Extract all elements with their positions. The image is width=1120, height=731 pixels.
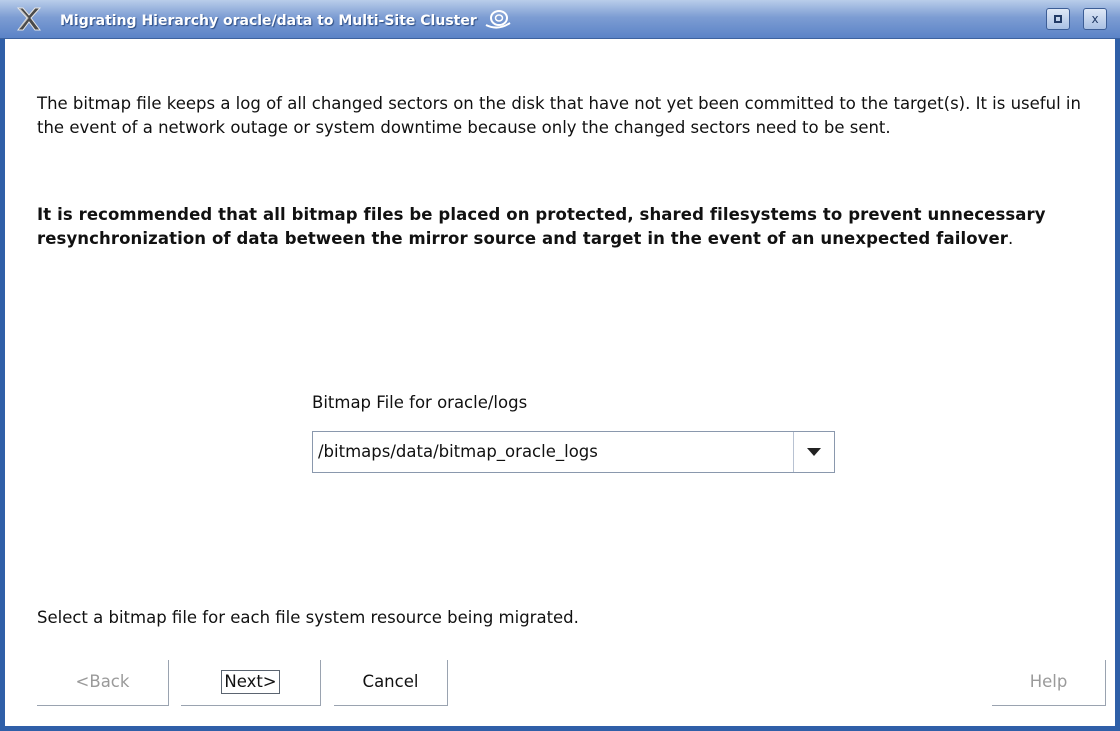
maximize-button[interactable] <box>1046 8 1070 30</box>
dropdown-button[interactable] <box>793 432 834 472</box>
close-button[interactable]: x <box>1083 8 1107 30</box>
intro-text: The bitmap file keeps a log of all chang… <box>37 94 1081 137</box>
window-title: Migrating Hierarchy oracle/data to Multi… <box>60 9 512 29</box>
title-bar[interactable]: Migrating Hierarchy oracle/data to Multi… <box>0 0 1120 39</box>
next-button[interactable]: Next> <box>181 660 321 706</box>
window-title-text: Migrating Hierarchy oracle/data to Multi… <box>60 13 477 29</box>
instruction-text: Select a bitmap file for each file syste… <box>37 608 579 627</box>
cancel-button[interactable]: Cancel <box>334 660 448 706</box>
back-button[interactable]: <Back <box>37 660 169 706</box>
close-icon: x <box>1091 12 1099 26</box>
bitmap-file-label: Bitmap File for oracle/logs <box>312 393 528 412</box>
dialog-window: Migrating Hierarchy oracle/data to Multi… <box>0 0 1120 731</box>
help-button[interactable]: Help <box>992 660 1106 706</box>
maximize-icon <box>1054 15 1062 23</box>
x-icon[interactable] <box>14 4 44 34</box>
next-button-label: Next> <box>221 670 280 694</box>
chevron-down-icon <box>807 448 821 456</box>
bitmap-file-value[interactable]: /bitmaps/data/bitmap_oracle_logs <box>318 442 598 461</box>
bitmap-file-combobox[interactable]: /bitmaps/data/bitmap_oracle_logs <box>312 431 835 473</box>
swirl-icon <box>484 9 512 29</box>
recommendation-period: . <box>1008 229 1014 248</box>
recommendation-bold: It is recommended that all bitmap files … <box>37 205 1046 248</box>
recommendation-text: It is recommended that all bitmap files … <box>37 203 1097 251</box>
